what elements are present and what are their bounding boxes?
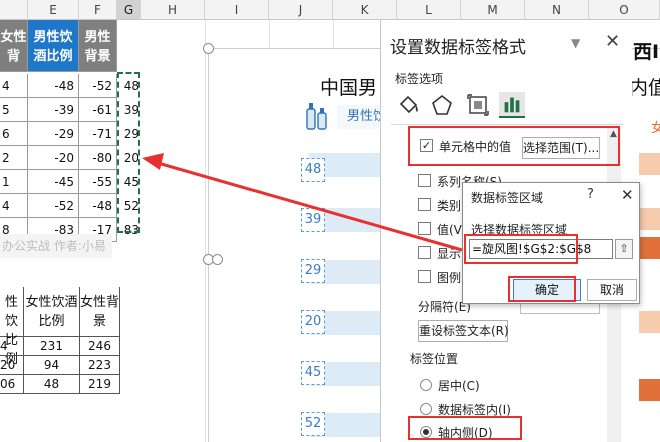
table-cell[interactable]: 4 xyxy=(0,194,28,218)
dialog-title: 数据标签区域 xyxy=(471,191,544,205)
bottle-icon xyxy=(306,103,327,130)
table-cell[interactable]: 246 xyxy=(80,337,120,356)
data-label[interactable]: 39 xyxy=(301,208,325,232)
chart-bar-female[interactable] xyxy=(639,237,660,259)
highlight-inside-base xyxy=(408,416,522,440)
table-cell[interactable]: -55 xyxy=(79,170,117,194)
chart-bar-female[interactable] xyxy=(639,311,660,333)
table-cell[interactable]: -45 xyxy=(28,170,79,194)
paint-bucket-icon[interactable] xyxy=(395,92,421,118)
table-cell[interactable]: 48 xyxy=(24,375,80,394)
resize-handle[interactable] xyxy=(203,43,214,54)
column-header-l[interactable]: L xyxy=(397,0,461,20)
table-cell[interactable]: 223 xyxy=(80,356,120,375)
table-cell[interactable]: -29 xyxy=(28,122,79,146)
table1-header-male-bg: 男性背景 xyxy=(79,20,117,72)
table-cell[interactable]: 06 xyxy=(0,375,24,394)
column-header-f[interactable]: F xyxy=(79,0,117,20)
table-cell[interactable]: -52 xyxy=(28,194,79,218)
table-cell[interactable]: 231 xyxy=(24,337,80,356)
column-header-e[interactable]: E xyxy=(28,0,79,20)
table-cell[interactable]: 6 xyxy=(0,122,28,146)
data-label[interactable]: 20 xyxy=(301,310,325,334)
pane-title: 设置数据标签格式 xyxy=(390,38,526,58)
help-icon[interactable]: ? xyxy=(587,187,594,202)
table-cell[interactable]: 4 xyxy=(0,74,28,98)
cancel-button[interactable]: 取消 xyxy=(587,279,637,301)
chart-title-right: 西I xyxy=(633,41,660,63)
highlight-value-from-cells xyxy=(408,126,620,166)
chart-bar-female[interactable] xyxy=(639,208,660,230)
selection-marquee xyxy=(117,72,140,233)
author-note: 办公实战 作者:小易 xyxy=(0,234,112,258)
label-position-heading: 标签位置 xyxy=(410,352,459,366)
table-cell[interactable]: -20 xyxy=(28,146,79,170)
column-header-i[interactable]: I xyxy=(205,0,269,20)
chart-title[interactable]: 中国男 xyxy=(320,73,377,100)
reset-label-text-button[interactable]: 重设标签文本(R) xyxy=(418,320,509,342)
collapse-dialog-icon[interactable]: ⇧ xyxy=(615,239,633,259)
close-icon[interactable]: ✕ xyxy=(605,31,620,52)
table1-header-female-bg: 女性背 xyxy=(0,20,28,72)
column-header-n[interactable]: N xyxy=(525,0,589,20)
chevron-down-icon[interactable]: ▼ xyxy=(571,36,580,50)
table-cell[interactable]: -39 xyxy=(28,98,79,122)
data-label[interactable]: 52 xyxy=(301,412,325,436)
table-cell[interactable]: -48 xyxy=(28,74,79,98)
table-cell[interactable]: 219 xyxy=(80,375,120,394)
table-cell[interactable]: 20 xyxy=(0,356,24,375)
resize-handle[interactable] xyxy=(212,254,223,265)
chart-bar-female[interactable] xyxy=(639,379,660,401)
table-cell[interactable]: -80 xyxy=(79,146,117,170)
close-icon[interactable]: ✕ xyxy=(621,186,634,204)
table1-header-male-ratio: 男性饮酒比例 xyxy=(28,20,79,72)
column-header-j[interactable]: J xyxy=(269,0,333,20)
legend-female[interactable]: 女性 xyxy=(641,117,660,141)
table-cell[interactable]: 4 xyxy=(0,337,24,356)
chart-bar-female[interactable] xyxy=(639,153,660,175)
column-header-d[interactable] xyxy=(0,0,28,20)
chart-title-right-2: 内值 xyxy=(629,77,660,99)
table-cell[interactable]: 5 xyxy=(0,98,28,122)
column-header-g[interactable]: G xyxy=(117,0,141,20)
highlight-range-input xyxy=(464,234,578,264)
pentagon-icon[interactable] xyxy=(429,92,455,118)
column-header-o[interactable]: O xyxy=(589,0,660,20)
data-label[interactable]: 48 xyxy=(301,158,325,182)
table-cell[interactable]: -48 xyxy=(79,194,117,218)
table2-header: 女性饮酒比例 xyxy=(24,287,80,337)
table-cell[interactable]: 94 xyxy=(24,356,80,375)
bar-chart-icon[interactable] xyxy=(499,92,525,118)
table-cell[interactable]: 2 xyxy=(0,146,28,170)
table-cell[interactable]: -61 xyxy=(79,98,117,122)
table2-header: 性饮比例 xyxy=(0,287,24,367)
table-cell[interactable]: -71 xyxy=(79,122,117,146)
table-cell[interactable]: 1 xyxy=(0,170,28,194)
highlight-ok-button xyxy=(508,276,576,302)
table2-header: 女性背景 xyxy=(80,287,120,337)
pane-section-label: 标签选项 xyxy=(395,72,444,86)
data-label[interactable]: 45 xyxy=(301,361,325,385)
column-header-m[interactable]: M xyxy=(461,0,525,20)
data-label[interactable]: 29 xyxy=(301,259,325,283)
size-properties-icon[interactable] xyxy=(465,92,491,118)
column-header-h[interactable]: H xyxy=(141,0,205,20)
table-cell[interactable]: -52 xyxy=(79,74,117,98)
column-header-k[interactable]: K xyxy=(333,0,397,20)
